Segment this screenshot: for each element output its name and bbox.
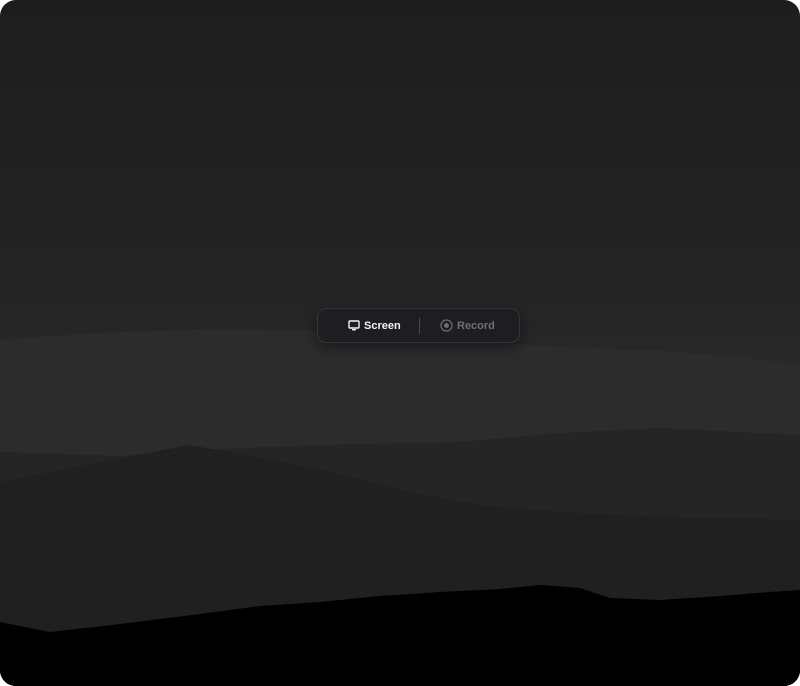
desktop: Screen Record xyxy=(0,0,800,686)
capture-toolbar: Screen Record xyxy=(317,308,520,343)
toolbar-divider xyxy=(419,318,420,334)
monitor-icon xyxy=(348,320,360,331)
record-button-label: Record xyxy=(457,319,495,332)
mountain-wallpaper xyxy=(0,329,800,686)
record-icon xyxy=(440,319,453,332)
screen-button-label: Screen xyxy=(364,319,401,332)
record-button[interactable]: Record xyxy=(440,309,495,342)
screen-button[interactable]: Screen xyxy=(348,309,401,342)
